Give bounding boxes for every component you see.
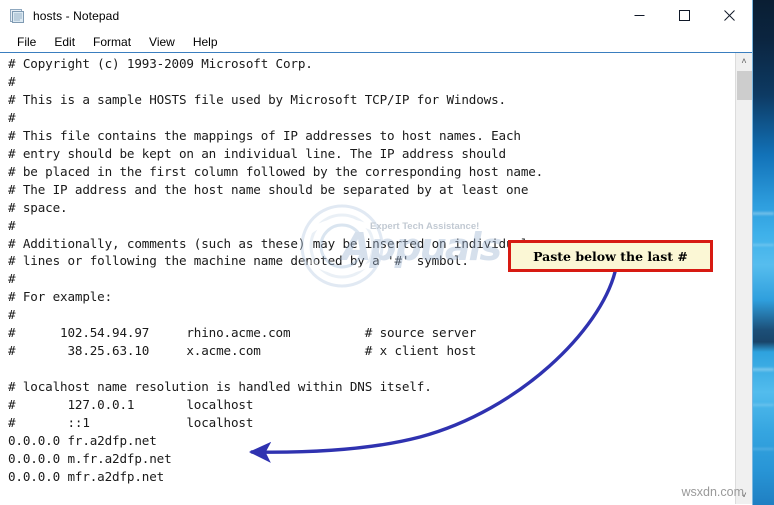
title-bar[interactable]: hosts - Notepad (0, 0, 752, 31)
menu-item-file[interactable]: File (8, 32, 45, 52)
menu-item-format[interactable]: Format (84, 32, 140, 52)
screenshot-root: hosts - Notepad File Edit Format View He… (0, 0, 774, 505)
minimize-button[interactable] (617, 0, 662, 31)
maximize-button[interactable] (662, 0, 707, 31)
vertical-scrollbar[interactable]: ˄ ˅ (735, 53, 752, 504)
window-controls (617, 0, 752, 31)
menu-item-help[interactable]: Help (184, 32, 227, 52)
notepad-icon (9, 8, 25, 24)
watermark-tagline: Expert Tech Assistance! (370, 221, 480, 232)
scrollbar-thumb[interactable] (737, 71, 752, 100)
watermark-wsxdn: wsxdn.com (681, 485, 744, 499)
scroll-up-arrow[interactable]: ˄ (736, 53, 752, 70)
callout-label: Paste below the last # (533, 248, 688, 264)
callout-box: Paste below the last # (508, 240, 713, 272)
close-button[interactable] (707, 0, 752, 31)
menu-item-view[interactable]: View (140, 32, 184, 52)
window-title: hosts - Notepad (33, 8, 120, 23)
watermark-appuals: Appuals Expert Tech Assistance! (296, 203, 502, 289)
menu-bar: File Edit Format View Help (0, 31, 752, 53)
menu-item-edit[interactable]: Edit (45, 32, 84, 52)
